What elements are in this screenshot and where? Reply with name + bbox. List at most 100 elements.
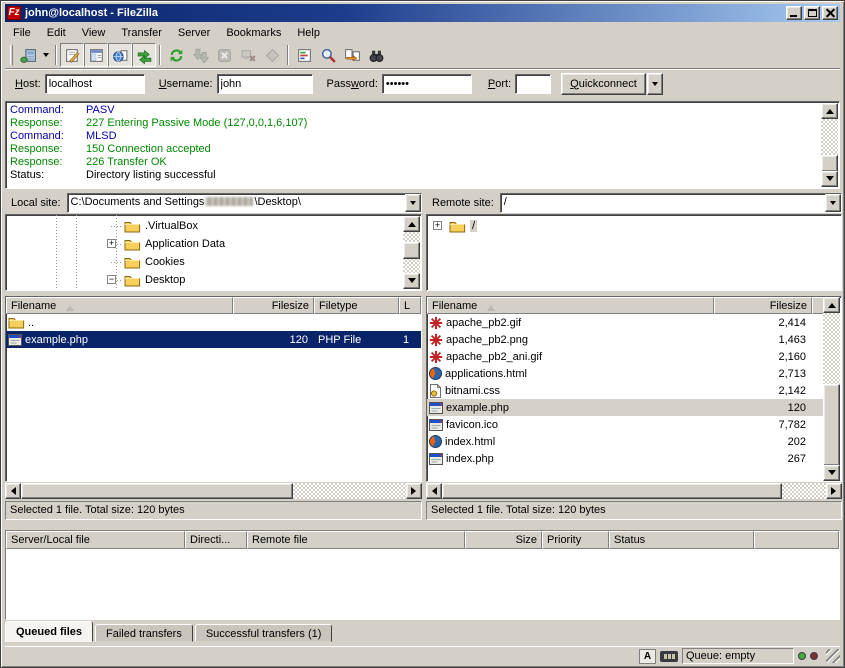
column-header-last-modified[interactable]: L xyxy=(399,297,421,314)
username-input[interactable] xyxy=(217,74,313,94)
remote-site-dropdown-button[interactable] xyxy=(825,194,841,212)
disconnect-button[interactable] xyxy=(236,43,260,67)
toggle-message-log-button[interactable] xyxy=(60,43,84,67)
minimize-button[interactable] xyxy=(786,6,802,20)
chevron-down-icon xyxy=(830,201,836,208)
password-input[interactable] xyxy=(382,74,472,94)
queue-column-size[interactable]: Size xyxy=(465,531,542,549)
speed-limit-badge-icon[interactable] xyxy=(660,651,678,662)
remote-site-combobox[interactable]: / xyxy=(500,193,842,213)
directory-comparison-button[interactable] xyxy=(340,43,364,67)
remote-path: / xyxy=(501,194,825,212)
file-name: apache_pb2_ani.gif xyxy=(446,351,542,363)
close-button[interactable] xyxy=(822,6,838,20)
local-tree-vertical-scrollbar[interactable] xyxy=(403,216,420,289)
toolbar-grip[interactable] xyxy=(10,45,13,65)
local-site-dropdown-button[interactable] xyxy=(405,194,421,212)
scroll-thumb[interactable] xyxy=(21,483,293,499)
scroll-thumb[interactable] xyxy=(821,155,838,172)
local-horizontal-scrollbar[interactable] xyxy=(5,483,422,499)
menu-file[interactable]: File xyxy=(5,25,39,41)
scroll-thumb[interactable] xyxy=(823,384,840,466)
scroll-left-button[interactable] xyxy=(426,483,442,499)
remote-file-row[interactable]: apache_pb2.gif 2,414 xyxy=(427,314,824,331)
menu-edit[interactable]: Edit xyxy=(39,25,74,41)
local-file-row-parent[interactable]: .. xyxy=(6,314,421,331)
site-manager-button[interactable] xyxy=(16,43,40,67)
reconnect-button[interactable] xyxy=(260,43,284,67)
scroll-thumb[interactable] xyxy=(403,242,420,259)
toggle-remote-tree-button[interactable] xyxy=(108,43,132,67)
maximize-button[interactable] xyxy=(804,6,820,20)
menu-server[interactable]: Server xyxy=(170,25,218,41)
menu-help[interactable]: Help xyxy=(289,25,328,41)
queue-column-server-local-file[interactable]: Server/Local file xyxy=(6,531,185,549)
scroll-down-button[interactable] xyxy=(403,273,420,289)
menu-bookmarks[interactable]: Bookmarks xyxy=(218,25,289,41)
expand-plus-icon[interactable]: + xyxy=(107,239,116,248)
tree-item-application-data[interactable]: + Application Data xyxy=(6,235,421,253)
quickconnect-dropdown[interactable] xyxy=(647,73,663,95)
scroll-right-button[interactable] xyxy=(406,483,422,499)
filter-button[interactable] xyxy=(292,43,316,67)
cancel-button[interactable] xyxy=(212,43,236,67)
scroll-up-button[interactable] xyxy=(821,103,838,119)
resize-grip[interactable] xyxy=(826,649,840,663)
queue-column-priority[interactable]: Priority xyxy=(542,531,609,549)
remote-list-vertical-scrollbar[interactable] xyxy=(823,297,840,481)
tree-item-virtualbox[interactable]: .VirtualBox xyxy=(6,217,421,235)
column-label: Remote file xyxy=(252,534,308,546)
tab-failed-transfers[interactable]: Failed transfers xyxy=(95,624,193,642)
scroll-down-button[interactable] xyxy=(821,171,838,187)
local-file-row-selected[interactable]: example.php 120 PHP File 1 xyxy=(6,331,421,348)
transfer-queue-icon xyxy=(136,47,153,64)
scroll-down-button[interactable] xyxy=(823,465,840,481)
quickconnect-button[interactable]: Quickconnect xyxy=(561,73,646,95)
tree-item-root[interactable]: + / xyxy=(427,217,841,235)
title-bar[interactable]: Fz john@localhost - FileZilla xyxy=(5,4,840,22)
scroll-right-button[interactable] xyxy=(826,483,842,499)
tree-item-desktop[interactable]: − Desktop xyxy=(6,271,421,289)
toggle-local-tree-button[interactable] xyxy=(84,43,108,67)
remote-file-row[interactable]: index.php 267 xyxy=(427,450,824,467)
menu-view[interactable]: View xyxy=(74,25,114,41)
remote-horizontal-scrollbar[interactable] xyxy=(426,483,842,499)
log-vertical-scrollbar[interactable] xyxy=(821,103,838,187)
column-header-filesize[interactable]: Filesize xyxy=(233,297,314,314)
tree-item-cookies[interactable]: Cookies xyxy=(6,253,421,271)
toggle-transfer-queue-button[interactable] xyxy=(132,43,156,67)
scroll-left-button[interactable] xyxy=(5,483,21,499)
remote-file-row[interactable]: bitnami.css 2,142 xyxy=(427,382,824,399)
remote-file-row[interactable]: favicon.ico 7,782 xyxy=(427,416,824,433)
message-log-icon xyxy=(64,47,81,64)
site-manager-dropdown[interactable] xyxy=(40,43,52,67)
remote-file-row[interactable]: apache_pb2.png 1,463 xyxy=(427,331,824,348)
queue-column-direction[interactable]: Directi... xyxy=(185,531,247,549)
scroll-thumb[interactable] xyxy=(442,483,782,499)
remote-file-row[interactable]: index.html 202 xyxy=(427,433,824,450)
remote-file-row[interactable]: applications.html 2,713 xyxy=(427,365,824,382)
column-header-filesize[interactable]: Filesize xyxy=(714,297,812,314)
ascii-transfer-type-icon[interactable]: A xyxy=(639,649,656,664)
column-header-filetype[interactable]: Filetype xyxy=(314,297,399,314)
column-header-filename[interactable]: Filename xyxy=(6,297,233,314)
port-input[interactable] xyxy=(515,74,551,94)
local-site-combobox[interactable]: C:\Documents and Settings\Desktop\ xyxy=(67,193,422,213)
remote-file-row-selected[interactable]: example.php 120 xyxy=(427,399,824,416)
collapse-minus-icon[interactable]: − xyxy=(107,275,116,284)
host-input[interactable] xyxy=(45,74,145,94)
queue-column-remote-file[interactable]: Remote file xyxy=(247,531,465,549)
menu-transfer[interactable]: Transfer xyxy=(113,25,170,41)
find-files-button[interactable] xyxy=(364,43,388,67)
refresh-button[interactable] xyxy=(164,43,188,67)
expand-plus-icon[interactable]: + xyxy=(433,221,442,230)
scroll-up-button[interactable] xyxy=(823,297,840,313)
tab-successful-transfers[interactable]: Successful transfers (1) xyxy=(195,624,333,642)
tab-queued-files[interactable]: Queued files xyxy=(5,621,93,642)
scroll-up-button[interactable] xyxy=(403,216,420,232)
queue-column-status[interactable]: Status xyxy=(609,531,754,549)
remote-file-row[interactable]: apache_pb2_ani.gif 2,160 xyxy=(427,348,824,365)
file-search-button[interactable] xyxy=(316,43,340,67)
column-header-filename[interactable]: Filename xyxy=(427,297,714,314)
process-queue-button[interactable] xyxy=(188,43,212,67)
